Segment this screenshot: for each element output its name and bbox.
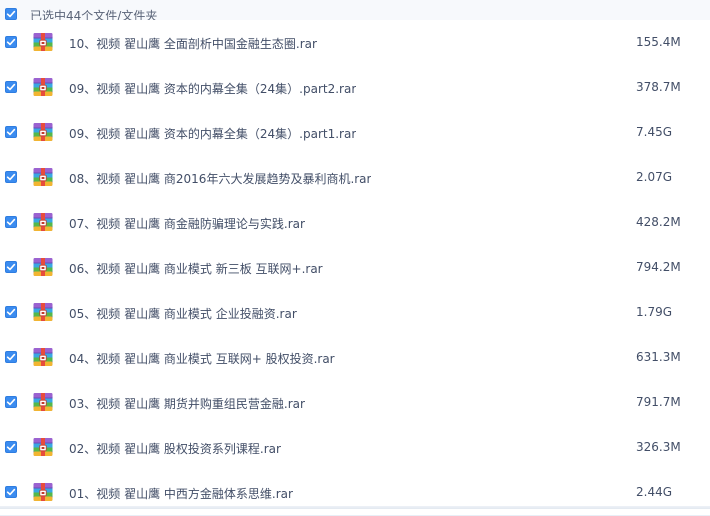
file-name[interactable]: 02、视频 翟山鹰 股权投资系列课程.rar	[69, 440, 281, 457]
rar-archive-icon	[33, 482, 53, 502]
select-all-checkbox[interactable]	[5, 8, 17, 20]
checkmark-icon	[6, 308, 16, 316]
file-checkbox[interactable]	[5, 486, 17, 498]
rar-archive-icon	[33, 212, 53, 232]
file-size: 794.2M	[636, 260, 681, 274]
file-size: 631.3M	[636, 350, 681, 364]
file-row[interactable]: 02、视频 翟山鹰 股权投资系列课程.rar 326.3M	[0, 425, 710, 471]
file-checkbox[interactable]	[5, 441, 17, 453]
file-checkbox[interactable]	[5, 261, 17, 273]
file-checkbox[interactable]	[5, 396, 17, 408]
rar-archive-icon	[33, 77, 53, 97]
checkmark-icon	[6, 218, 16, 226]
file-size: 326.3M	[636, 440, 681, 454]
rar-archive-icon	[33, 257, 53, 277]
file-row[interactable]: 05、视频 翟山鹰 商业模式 企业投融资.rar 1.79G	[0, 290, 710, 336]
file-row[interactable]: 10、视频 翟山鹰 全面剖析中国金融生态圈.rar 155.4M	[0, 20, 710, 66]
file-name[interactable]: 09、视频 翟山鹰 资本的内幕全集（24集）.part1.rar	[69, 125, 356, 142]
file-size: 791.7M	[636, 395, 681, 409]
checkmark-icon	[6, 353, 16, 361]
file-row[interactable]: 04、视频 翟山鹰 商业模式 互联网+ 股权投资.rar 631.3M	[0, 335, 710, 381]
file-name[interactable]: 01、视频 翟山鹰 中西方金融体系思维.rar	[69, 485, 293, 502]
checkmark-icon	[6, 173, 16, 181]
checkmark-icon	[6, 443, 16, 451]
file-size: 2.07G	[636, 170, 673, 184]
file-row[interactable]: 01、视频 翟山鹰 中西方金融体系思维.rar 2.44G	[0, 470, 710, 516]
file-name[interactable]: 10、视频 翟山鹰 全面剖析中国金融生态圈.rar	[69, 35, 317, 52]
checkmark-icon	[6, 488, 16, 496]
file-size: 155.4M	[636, 35, 681, 49]
checkmark-icon	[6, 128, 16, 136]
file-size: 1.79G	[636, 305, 673, 319]
file-checkbox[interactable]	[5, 351, 17, 363]
file-row[interactable]: 08、视频 翟山鹰 商2016年六大发展趋势及暴利商机.rar 2.07G	[0, 155, 710, 201]
file-checkbox[interactable]	[5, 171, 17, 183]
file-row[interactable]: 06、视频 翟山鹰 商业模式 新三板 互联网+.rar 794.2M	[0, 245, 710, 291]
file-checkbox[interactable]	[5, 306, 17, 318]
file-name[interactable]: 09、视频 翟山鹰 资本的内幕全集（24集）.part2.rar	[69, 80, 356, 97]
checkmark-icon	[6, 83, 16, 91]
file-checkbox[interactable]	[5, 126, 17, 138]
checkmark-icon	[6, 263, 16, 271]
file-checkbox[interactable]	[5, 216, 17, 228]
checkmark-icon	[6, 10, 16, 18]
rar-archive-icon	[33, 167, 53, 187]
file-name[interactable]: 03、视频 翟山鹰 期货并购重组民营金融.rar	[69, 395, 305, 412]
file-name[interactable]: 05、视频 翟山鹰 商业模式 企业投融资.rar	[69, 305, 297, 322]
file-size: 428.2M	[636, 215, 681, 229]
file-size: 378.7M	[636, 80, 681, 94]
file-size: 7.45G	[636, 125, 673, 139]
checkmark-icon	[6, 38, 16, 46]
file-checkbox[interactable]	[5, 81, 17, 93]
rar-archive-icon	[33, 302, 53, 322]
file-checkbox[interactable]	[5, 36, 17, 48]
file-name[interactable]: 04、视频 翟山鹰 商业模式 互联网+ 股权投资.rar	[69, 350, 335, 367]
file-row[interactable]: 09、视频 翟山鹰 资本的内幕全集（24集）.part1.rar 7.45G	[0, 110, 710, 156]
rar-archive-icon	[33, 32, 53, 52]
rar-archive-icon	[33, 347, 53, 367]
rar-archive-icon	[33, 392, 53, 412]
file-name[interactable]: 07、视频 翟山鹰 商金融防骗理论与实践.rar	[69, 215, 305, 232]
rar-archive-icon	[33, 437, 53, 457]
file-name[interactable]: 08、视频 翟山鹰 商2016年六大发展趋势及暴利商机.rar	[69, 170, 371, 187]
file-size: 2.44G	[636, 485, 673, 499]
file-row[interactable]: 09、视频 翟山鹰 资本的内幕全集（24集）.part2.rar 378.7M	[0, 65, 710, 111]
rar-archive-icon	[33, 122, 53, 142]
checkmark-icon	[6, 398, 16, 406]
file-row[interactable]: 03、视频 翟山鹰 期货并购重组民营金融.rar 791.7M	[0, 380, 710, 426]
file-name[interactable]: 06、视频 翟山鹰 商业模式 新三板 互联网+.rar	[69, 260, 323, 277]
file-row[interactable]: 07、视频 翟山鹰 商金融防骗理论与实践.rar 428.2M	[0, 200, 710, 246]
